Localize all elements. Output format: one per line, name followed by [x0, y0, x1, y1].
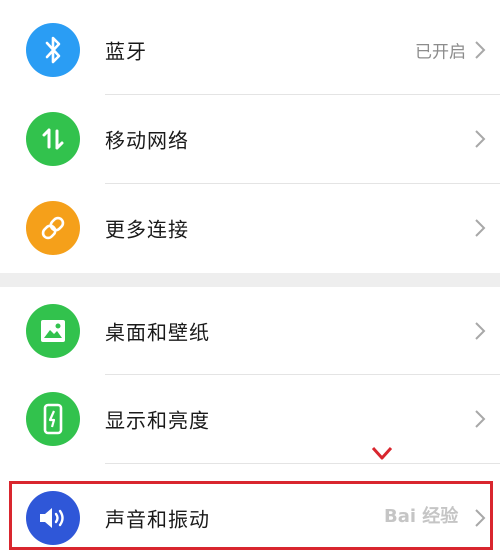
settings-item-display[interactable]: 显示和亮度 — [0, 375, 500, 463]
bluetooth-status: 已开启 — [415, 42, 466, 63]
mobile-data-icon — [26, 112, 80, 166]
settings-item-label: 蓝牙 — [105, 39, 147, 64]
bluetooth-icon — [26, 23, 80, 77]
settings-item-wallpaper[interactable]: 桌面和壁纸 — [0, 287, 500, 375]
chevron-right-icon — [475, 322, 486, 340]
chevron-right-icon — [475, 219, 486, 237]
settings-item-bluetooth[interactable]: 蓝牙 已开启 — [0, 6, 500, 94]
settings-item-label: 移动网络 — [105, 128, 189, 153]
red-arrow-icon — [371, 446, 393, 460]
divider — [105, 463, 500, 464]
settings-item-label: 桌面和壁纸 — [105, 320, 210, 345]
section-gap — [0, 273, 500, 287]
settings-item-label: 更多连接 — [105, 217, 189, 242]
watermark: Bai 经验 — [384, 506, 459, 527]
settings-item-mobile-network[interactable]: 移动网络 — [0, 95, 500, 183]
image-icon — [26, 304, 80, 358]
phone-brightness-icon — [26, 392, 80, 446]
settings-item-more-connections[interactable]: 更多连接 — [0, 184, 500, 272]
link-icon — [26, 201, 80, 255]
settings-item-label: 显示和亮度 — [105, 408, 210, 433]
chevron-right-icon — [475, 410, 486, 428]
chevron-right-icon — [475, 130, 486, 148]
chevron-right-icon — [475, 41, 486, 59]
